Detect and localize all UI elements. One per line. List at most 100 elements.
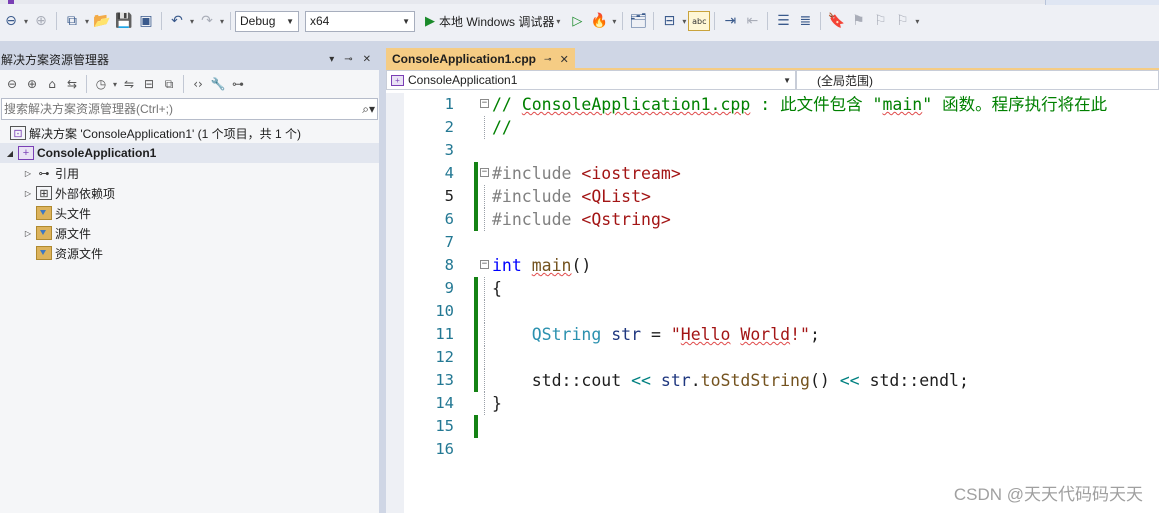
start-without-debugging-icon[interactable]: ▷ (566, 10, 588, 32)
run-dropdown-icon[interactable]: ▾ (554, 17, 562, 26)
bookmark-icon[interactable]: 🔖 (825, 10, 847, 32)
code-line[interactable]: 11 QString str = "Hello World!"; (386, 323, 1159, 346)
navigate-back-icon[interactable]: ⊖ (0, 10, 22, 32)
code-text: #include <iostream> (492, 164, 681, 183)
code-line[interactable]: 9{ (386, 277, 1159, 300)
uncomment-lines-icon[interactable]: ≣ (794, 10, 816, 32)
new-project-icon[interactable]: ⧉ (61, 10, 83, 32)
code-line[interactable]: 12 (386, 346, 1159, 369)
toolbar-overflow-icon[interactable]: ▾ (913, 17, 921, 26)
tree-item-filter[interactable]: 资源文件 (0, 243, 379, 263)
start-debugging-button[interactable]: ▶ 本地 Windows 调试器 ▾ (421, 10, 566, 32)
configuration-value: Debug (240, 14, 276, 28)
tree-item-filter[interactable]: ▷ 源文件 (0, 223, 379, 243)
collapsed-arrow-icon[interactable]: ▷ (22, 189, 34, 198)
configuration-select[interactable]: Debug ▼ (235, 10, 299, 32)
code-line[interactable]: 5 #include <QList> (386, 185, 1159, 208)
search-icon[interactable]: ⌕▾ (362, 102, 375, 117)
code-line[interactable]: 6 #include <Qstring> (386, 208, 1159, 231)
code-line[interactable]: 8 − int main() (386, 254, 1159, 277)
collapse-all-icon[interactable]: ⊟ (139, 73, 159, 95)
switch-views-icon[interactable]: ⇆ (62, 73, 82, 95)
collapsed-arrow-icon[interactable]: ▷ (22, 169, 34, 178)
collapse-region-icon[interactable]: − (480, 99, 489, 108)
code-line[interactable]: 13 std::cout << str.toStdString() << std… (386, 369, 1159, 392)
forward-icon[interactable]: ⊕ (22, 73, 42, 95)
preview-icon[interactable]: ⊶ (228, 73, 248, 95)
code-line[interactable]: 15 (386, 415, 1159, 438)
format-selection-icon[interactable]: ⇤ (741, 10, 763, 32)
tree-item-label: ConsoleApplication1 (37, 146, 157, 160)
tree-item-label: 资源文件 (55, 246, 104, 261)
toolbar-separator (56, 12, 57, 30)
format-document-icon[interactable]: ⇥ (719, 10, 741, 32)
start-debugging-label: 本地 Windows 调试器 (439, 14, 555, 29)
expanded-arrow-icon[interactable]: ◢ (4, 149, 16, 158)
redo-dropdown-icon[interactable]: ▾ (218, 17, 226, 26)
code-line[interactable]: 16 (386, 438, 1159, 461)
sync-icon[interactable]: ⇋ (119, 73, 139, 95)
back-dropdown-icon[interactable]: ▾ (22, 17, 30, 26)
project-scope-select[interactable]: + ConsoleApplication1 ▼ (386, 70, 796, 90)
platform-select[interactable]: x64 ▼ (305, 10, 415, 32)
pin-icon[interactable]: ⊸ (344, 54, 352, 65)
tab-consoleapplication1-cpp[interactable]: ConsoleApplication1.cpp ⊸ ✕ (386, 48, 575, 70)
code-line[interactable]: 4 − #include <iostream> (386, 162, 1159, 185)
cpp-project-icon: + (18, 146, 34, 160)
solution-explorer-icon[interactable]: 🗂 (627, 10, 649, 32)
collapse-region-icon[interactable]: − (480, 260, 489, 269)
solution-search-box[interactable]: ⌕▾ (1, 98, 378, 120)
prev-bookmark-icon[interactable]: ⚑ (847, 10, 869, 32)
save-all-icon[interactable]: ▣ (135, 10, 157, 32)
collapsed-arrow-icon[interactable]: ▷ (22, 229, 34, 238)
panel-options-icon[interactable]: ▾ (329, 54, 334, 65)
properties-wrench-icon[interactable]: 🔧 (208, 73, 228, 95)
code-line[interactable]: 10 (386, 300, 1159, 323)
hot-reload-icon[interactable]: 🔥 (588, 10, 610, 32)
change-tracking-bar (474, 277, 478, 300)
tree-item-external[interactable]: ▷ ⊞ 外部依赖项 (0, 183, 379, 203)
close-tab-icon[interactable]: ✕ (560, 53, 569, 66)
solution-search-input[interactable] (4, 102, 324, 116)
save-icon[interactable]: 💾 (113, 10, 135, 32)
spell-check-icon[interactable]: abc (688, 11, 711, 31)
back-icon[interactable]: ⊖ (2, 73, 22, 95)
redo-icon[interactable]: ↷ (196, 10, 218, 32)
code-text-area[interactable]: 1−// ConsoleApplication1.cpp : 此文件包含 "ma… (386, 93, 1159, 513)
global-scope-select[interactable]: (全局范围) (796, 70, 1159, 90)
hot-reload-dropdown-icon[interactable]: ▾ (610, 17, 618, 26)
code-line[interactable]: 7 (386, 231, 1159, 254)
collapse-region-icon[interactable]: − (480, 168, 489, 177)
view-code-icon[interactable]: ‹› (188, 73, 208, 95)
filter-dropdown-icon[interactable]: ▾ (111, 80, 119, 89)
code-line[interactable]: 3 (386, 139, 1159, 162)
code-line[interactable]: 14} (386, 392, 1159, 415)
solution-tree: ⊡ 解决方案 'ConsoleApplication1' (1 个项目，共 1 个… (0, 120, 379, 263)
comment-lines-icon[interactable]: ☰ (772, 10, 794, 32)
undo-icon[interactable]: ↶ (166, 10, 188, 32)
navigate-forward-icon[interactable]: ⊕ (30, 10, 52, 32)
close-icon[interactable]: ✕ (363, 54, 371, 65)
tab-label: ConsoleApplication1.cpp (392, 52, 537, 66)
layout-dropdown-icon[interactable]: ▾ (680, 17, 688, 26)
code-line[interactable]: 2 // (386, 116, 1159, 139)
tree-item-project[interactable]: ◢ + ConsoleApplication1 (0, 143, 379, 163)
pending-changes-icon[interactable]: ◷ (91, 73, 111, 95)
new-dropdown-icon[interactable]: ▾ (83, 17, 91, 26)
tree-item-solution[interactable]: ⊡ 解决方案 'ConsoleApplication1' (1 个项目，共 1 个… (0, 123, 379, 143)
show-all-files-icon[interactable]: ⧉ (159, 73, 179, 95)
play-icon: ▶ (425, 13, 435, 28)
pin-tab-icon[interactable]: ⊸ (544, 54, 552, 65)
tree-item-references[interactable]: ▷ ⊶ 引用 (0, 163, 379, 183)
open-file-icon[interactable]: 📂 (91, 10, 113, 32)
undo-dropdown-icon[interactable]: ▾ (188, 17, 196, 26)
code-line[interactable]: 1 −// ConsoleApplication1.cpp : 此文件包含 "ma… (386, 93, 1159, 116)
tree-item-filter[interactable]: 头文件 (0, 203, 379, 223)
clear-bookmarks-icon[interactable]: ⚐ (891, 10, 913, 32)
window-layout-icon[interactable]: ⊟ (658, 10, 680, 32)
vs-logo-icon (8, 0, 14, 4)
next-bookmark-icon[interactable]: ⚐ (869, 10, 891, 32)
home-icon[interactable]: ⌂ (42, 73, 62, 95)
spell-check-label: abc (692, 16, 707, 26)
tree-item-label: 源文件 (55, 226, 92, 241)
